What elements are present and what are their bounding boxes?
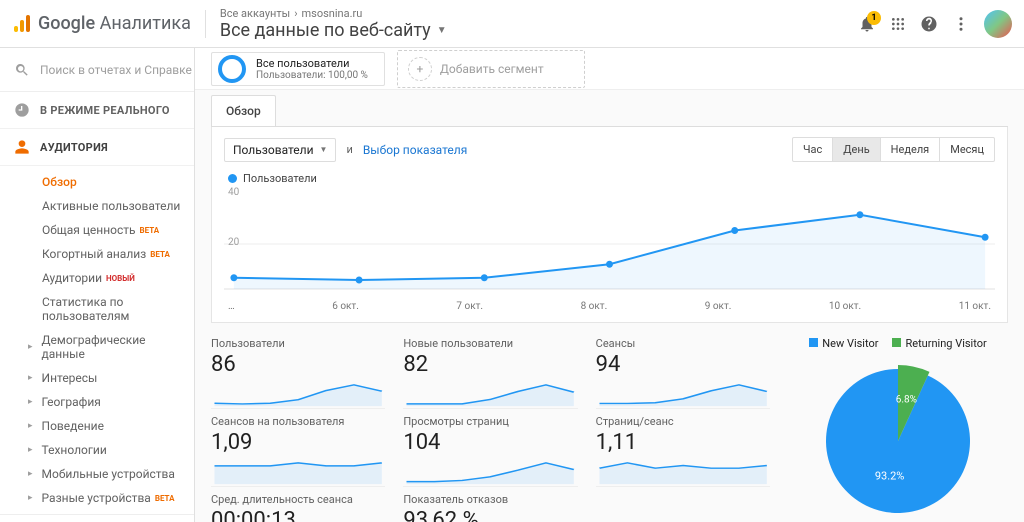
breadcrumb[interactable]: Все аккаунты›msosnina.ru xyxy=(220,7,858,20)
visitor-pie-chart[interactable]: 6.8% 93.2% xyxy=(788,356,1008,522)
sidebar-item-разные-устройства[interactable]: Разные устройстваBETA xyxy=(34,486,194,510)
main-line-chart[interactable]: 40 20 xyxy=(224,189,995,299)
search-icon xyxy=(14,62,30,78)
apps-icon[interactable] xyxy=(890,16,906,32)
sidebar-item-статистика-по-пользователям[interactable]: Статистика по пользователям xyxy=(34,290,194,328)
time-granularity-toggle: Час День Неделя Месяц xyxy=(792,137,995,162)
sidebar-item-обзор[interactable]: Обзор xyxy=(34,170,194,194)
sidebar-item-поведение[interactable]: Поведение xyxy=(34,414,194,438)
sidebar-item-технологии[interactable]: Технологии xyxy=(34,438,194,462)
time-day[interactable]: День xyxy=(832,138,879,161)
view-selector[interactable]: Все данные по веб-сайту ▼ xyxy=(220,20,858,41)
sidebar-item-общая-ценность[interactable]: Общая ценностьBETA xyxy=(34,218,194,242)
segment-circle-icon xyxy=(218,55,246,83)
time-week[interactable]: Неделя xyxy=(880,138,940,161)
add-segment-button[interactable]: + Добавить сегмент xyxy=(397,50,585,88)
svg-text:6.8%: 6.8% xyxy=(896,394,917,405)
sidebar-item-активные-пользователи[interactable]: Активные пользователи xyxy=(34,194,194,218)
sidebar-item-когортный-анализ[interactable]: Когортный анализBETA xyxy=(34,242,194,266)
clock-icon xyxy=(14,102,30,118)
tab-overview[interactable]: Обзор xyxy=(211,95,276,126)
segment-all-users[interactable]: Все пользователи Пользователи: 100,00 % xyxy=(211,52,385,86)
metric-пользователи[interactable]: Пользователи86 xyxy=(211,337,385,409)
avatar[interactable] xyxy=(984,10,1012,38)
and-label: и xyxy=(346,143,352,156)
help-icon[interactable] xyxy=(920,15,938,33)
select-metric-link[interactable]: Выбор показателя xyxy=(363,143,468,157)
notifications-icon[interactable]: 1 xyxy=(858,15,876,33)
metric-просмотры-страниц[interactable]: Просмотры страниц104 xyxy=(403,415,577,487)
pie-legend: New Visitor Returning Visitor xyxy=(788,337,1008,350)
time-hour[interactable]: Час xyxy=(793,138,832,161)
logo-text: Google Аналитика xyxy=(38,13,191,34)
time-month[interactable]: Месяц xyxy=(939,138,994,161)
metric-сред-длительность-сеанса[interactable]: Сред. длительность сеанса00:00:13 xyxy=(211,493,385,522)
sidebar-item-аудитории[interactable]: АудиторииНОВЫЙ xyxy=(34,266,194,290)
nav-audience[interactable]: АУДИТОРИЯ xyxy=(0,129,194,166)
sidebar-item-интересы[interactable]: Интересы xyxy=(34,366,194,390)
metric-dropdown[interactable]: Пользователи▼ xyxy=(224,138,336,162)
metric-новые-пользователи[interactable]: Новые пользователи82 xyxy=(403,337,577,409)
chart-series-legend: Пользователи xyxy=(228,172,995,185)
nav-recommend[interactable]: РЕКОМЕНДУЕМ xyxy=(0,514,194,522)
metric-сеансы[interactable]: Сеансы94 xyxy=(596,337,770,409)
plus-icon: + xyxy=(408,57,432,81)
analytics-logo-icon xyxy=(12,14,32,34)
metric-сеансов-на-пользователя[interactable]: Сеансов на пользователя1,09 xyxy=(211,415,385,487)
metric-страниц-сеанс[interactable]: Страниц/сеанс1,11 xyxy=(596,415,770,487)
notifications-badge: 1 xyxy=(867,11,881,25)
logo[interactable]: Google Аналитика xyxy=(12,13,191,34)
sidebar-item-география[interactable]: География xyxy=(34,390,194,414)
sidebar-item-демографические-данные[interactable]: Демографические данные xyxy=(34,328,194,366)
person-icon xyxy=(14,139,30,155)
search-input[interactable] xyxy=(40,63,195,77)
metric-показатель-отказов[interactable]: Показатель отказов93,62 % xyxy=(403,493,577,522)
svg-text:93.2%: 93.2% xyxy=(875,470,905,483)
nav-realtime[interactable]: В РЕЖИМЕ РЕАЛЬНОГО xyxy=(0,92,194,129)
more-icon[interactable] xyxy=(952,15,970,33)
chevron-down-icon: ▼ xyxy=(437,25,447,36)
sidebar-item-мобильные-устройства[interactable]: Мобильные устройства xyxy=(34,462,194,486)
